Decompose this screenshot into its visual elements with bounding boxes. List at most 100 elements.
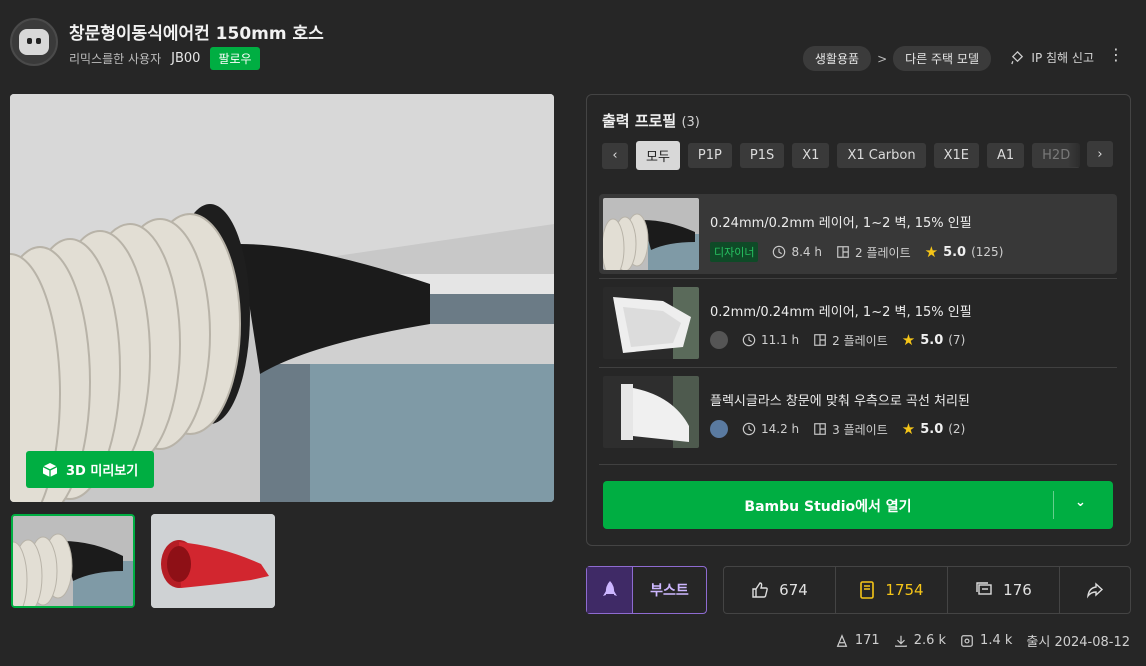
robot-avatar-icon (19, 29, 49, 55)
author-line: 리믹스를한 사용자 JB00 팔로우 (69, 47, 260, 70)
tab-x1-carbon[interactable]: X1 Carbon (837, 143, 926, 168)
tabs-prev-arrow-icon[interactable]: ‹ (602, 142, 628, 169)
profile-item[interactable]: 플렉시글라스 창문에 맞춰 우측으로 곡선 처리된 14.2 h 3 플레이트 … (599, 372, 1117, 452)
profiles-title-text: 출력 프로필 (602, 112, 677, 130)
plate-count: 3 플레이트 (832, 422, 888, 437)
divider (599, 464, 1117, 465)
breadcrumb-subcategory[interactable]: 다른 주택 모델 (893, 46, 991, 71)
3d-preview-button[interactable]: 3D 미리보기 (26, 451, 155, 488)
model-stats: 171 2.6 k 1.4 k 출시 2024-08-12 (835, 631, 1130, 650)
author-desc: 리믹스를한 사용자 (69, 52, 162, 66)
ip-report-link[interactable]: IP 침해 신고 (1010, 49, 1094, 66)
collect-button[interactable]: 1754 (836, 567, 948, 613)
rating-value: 5.0 (920, 332, 944, 348)
designer-badge: 디자이너 (710, 242, 759, 262)
bookmark-icon (860, 581, 875, 599)
print-time: 14.2 h (761, 422, 800, 436)
profile-thumbnail (603, 376, 699, 448)
tab-a1[interactable]: A1 (986, 143, 1025, 168)
3d-preview-label: 3D 미리보기 (66, 464, 139, 479)
download-count: 2.6 k (913, 633, 947, 648)
thumbs-up-icon (752, 582, 768, 598)
rocket-icon (587, 567, 633, 613)
view-icon (961, 634, 973, 647)
boost-label: 부스트 (650, 583, 689, 599)
designer-avatar (710, 331, 728, 349)
breadcrumb-category[interactable]: 생활용품 (802, 46, 872, 71)
action-bar: 674 1754 176 (723, 566, 1131, 614)
tab-all[interactable]: 모두 (636, 141, 680, 170)
profile-meta: 디자이너 8.4 h 2 플레이트 ★ 5.0 (125) (710, 242, 1003, 262)
profile-thumbnail (603, 198, 699, 270)
like-count: 674 (779, 581, 808, 599)
plate-icon (814, 334, 826, 346)
tabs-fade (1068, 141, 1086, 167)
view-count: 1.4 k (980, 633, 1013, 648)
profile-meta: 14.2 h 3 플레이트 ★ 5.0 (2) (710, 420, 965, 438)
open-label: Bambu Studio에서 열기 (744, 499, 912, 515)
hose-photo (10, 94, 554, 502)
report-flag-icon (1011, 50, 1024, 65)
profile-meta: 11.1 h 2 플레이트 ★ 5.0 (7) (710, 331, 965, 349)
profile-name: 0.2mm/0.24mm 레이어, 1~2 벽, 15% 인필 (710, 305, 972, 320)
designer-avatar (710, 420, 728, 438)
comment-count: 176 (1003, 581, 1032, 599)
print-count-icon (836, 633, 848, 647)
publish-date: 출시 2024-08-12 (1026, 635, 1130, 650)
profiles-title: 출력 프로필 (3) (602, 110, 700, 131)
profile-item[interactable]: 0.24mm/0.2mm 레이어, 1~2 벽, 15% 인필 디자이너 8.4… (599, 194, 1117, 274)
tab-x1e[interactable]: X1E (933, 143, 979, 168)
chevron-down-icon[interactable]: ⌄ (1075, 495, 1086, 510)
rating-value: 5.0 (943, 244, 967, 260)
button-divider (1053, 491, 1054, 519)
more-options-icon[interactable]: ⋮ (1108, 45, 1124, 64)
cube-icon (42, 462, 58, 477)
ip-report-label: IP 침해 신고 (1031, 51, 1094, 65)
print-time: 11.1 h (761, 333, 800, 347)
boost-button[interactable]: 부스트 (586, 566, 707, 614)
print-count: 171 (854, 633, 880, 648)
tabs-next-arrow-icon[interactable]: › (1087, 141, 1113, 167)
breadcrumb-separator: > (877, 51, 888, 66)
clock-icon (773, 245, 786, 259)
red-adapter-thumbnail (151, 514, 275, 608)
star-icon: ★ (924, 243, 939, 261)
profile-name: 플렉시글라스 창문에 맞춰 우측으로 곡선 처리된 (710, 394, 970, 409)
like-button[interactable]: 674 (724, 567, 836, 613)
download-icon (894, 635, 907, 647)
clock-icon (742, 422, 756, 436)
main-model-image[interactable] (10, 94, 554, 502)
open-in-bambu-studio-button[interactable]: Bambu Studio에서 열기 ⌄ (603, 481, 1113, 529)
plate-count: 2 플레이트 (855, 245, 911, 260)
star-icon: ★ (901, 420, 916, 438)
profile-name: 0.24mm/0.2mm 레이어, 1~2 벽, 15% 인필 (710, 216, 972, 231)
author-avatar[interactable] (10, 18, 58, 66)
plate-icon (837, 246, 849, 258)
collect-count: 1754 (885, 581, 924, 599)
rating-count: (7) (948, 333, 966, 347)
author-name[interactable]: JB00 (171, 51, 200, 66)
share-button[interactable] (1060, 567, 1130, 613)
share-icon (1086, 582, 1104, 599)
plate-count: 2 플레이트 (832, 333, 888, 348)
star-icon: ★ (901, 331, 916, 349)
comment-button[interactable]: 176 (948, 567, 1060, 613)
rating-count: (125) (971, 245, 1004, 259)
tab-x1[interactable]: X1 (792, 143, 830, 168)
rating-count: (2) (948, 422, 966, 436)
print-time: 8.4 h (791, 245, 822, 259)
thumbnail-2[interactable] (151, 514, 275, 608)
profile-thumbnail (603, 287, 699, 359)
tab-p1s[interactable]: P1S (739, 143, 785, 168)
hose-thumbnail (13, 516, 133, 606)
comment-icon (976, 582, 992, 595)
rating-value: 5.0 (920, 421, 944, 437)
tab-p1p[interactable]: P1P (687, 143, 732, 168)
clock-icon (742, 333, 756, 347)
profile-item[interactable]: 0.2mm/0.24mm 레이어, 1~2 벽, 15% 인필 11.1 h 2… (599, 283, 1117, 363)
printer-tabs: ‹ 모두 P1P P1S X1 X1 Carbon X1E A1 H2D (602, 141, 1081, 170)
divider (599, 278, 1117, 279)
follow-button[interactable]: 팔로우 (210, 47, 260, 70)
thumbnail-1[interactable] (11, 514, 135, 608)
divider (599, 367, 1117, 368)
